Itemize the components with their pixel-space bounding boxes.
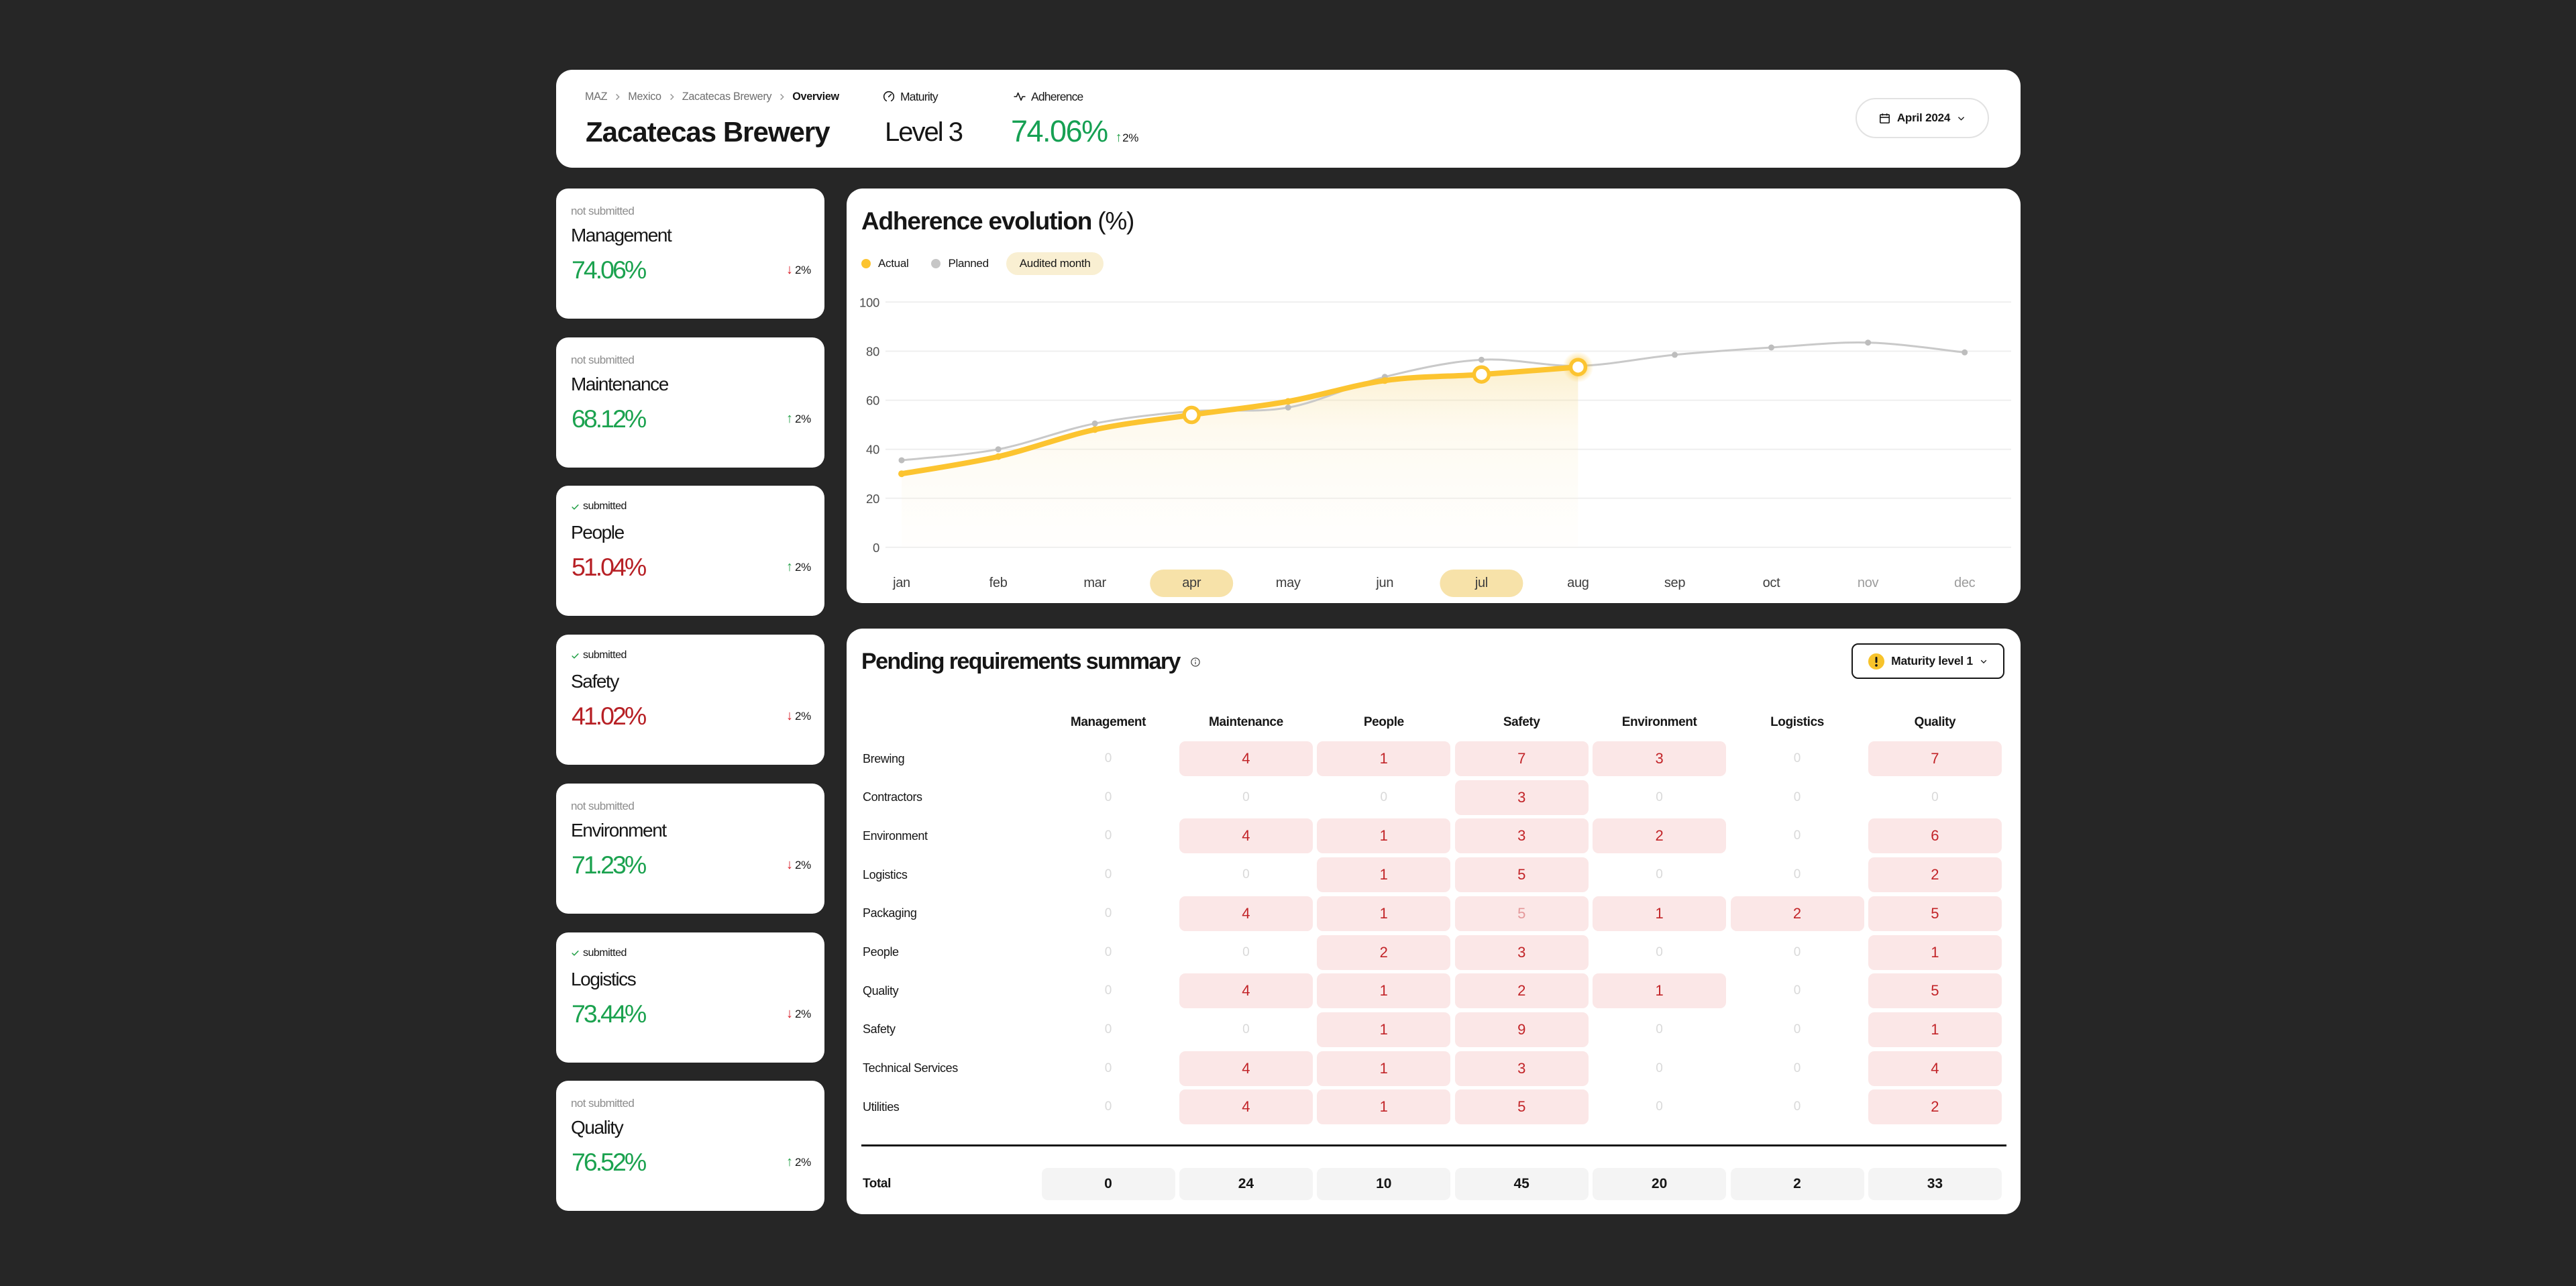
svg-text:0: 0 bbox=[873, 541, 879, 555]
svg-text:nov: nov bbox=[1858, 576, 1879, 590]
svg-text:jul: jul bbox=[1474, 576, 1488, 590]
svg-text:40: 40 bbox=[866, 443, 879, 457]
svg-text:80: 80 bbox=[866, 345, 879, 359]
svg-text:mar: mar bbox=[1083, 576, 1106, 590]
svg-text:jun: jun bbox=[1375, 576, 1393, 590]
svg-text:may: may bbox=[1276, 576, 1301, 590]
svg-text:sep: sep bbox=[1664, 576, 1686, 590]
svg-text:apr: apr bbox=[1182, 576, 1201, 590]
svg-text:oct: oct bbox=[1763, 576, 1781, 590]
svg-text:aug: aug bbox=[1567, 576, 1589, 590]
svg-text:feb: feb bbox=[989, 576, 1008, 590]
svg-text:dec: dec bbox=[1954, 576, 1976, 590]
svg-text:60: 60 bbox=[866, 394, 879, 408]
svg-text:100: 100 bbox=[859, 295, 879, 309]
svg-text:20: 20 bbox=[866, 492, 879, 506]
svg-text:jan: jan bbox=[892, 576, 910, 590]
